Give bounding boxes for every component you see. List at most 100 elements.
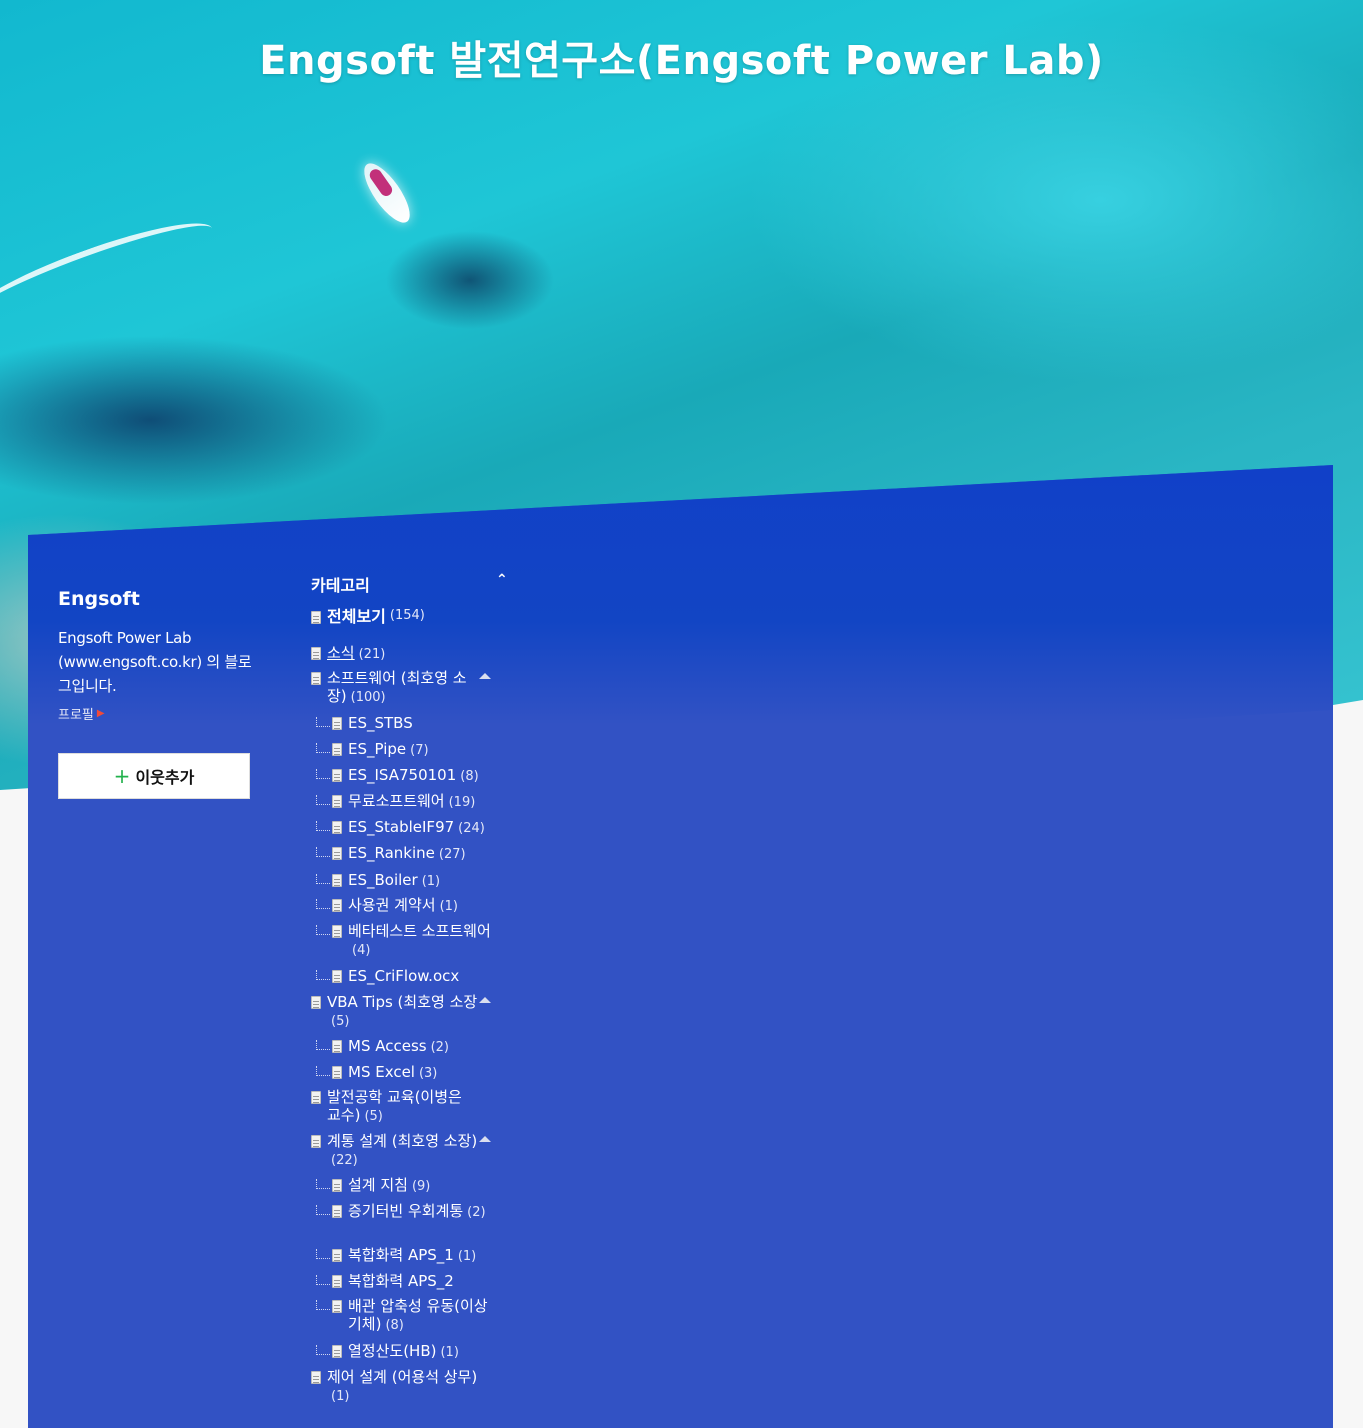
category-label: ES_Rankine — [348, 844, 435, 862]
category-count: (3) — [418, 1066, 438, 1081]
subcategory-item[interactable]: 복합화력 APS_2 — [311, 1272, 495, 1292]
subcategory-item[interactable]: 열정산도(HB) (1) — [311, 1342, 495, 1362]
arrow-right-icon: ▶ — [96, 708, 105, 719]
category-count: (154) — [389, 608, 425, 623]
category-label: 전체보기 — [327, 607, 386, 626]
category-text: 열정산도(HB) (1) — [348, 1342, 459, 1362]
category-label: 소식 — [327, 644, 355, 662]
subcategory-item[interactable]: 베타테스트 소프트웨어 (4) — [311, 922, 495, 960]
category-item[interactable]: 제어 설계 (어용석 상무) (1) — [311, 1368, 479, 1406]
subcategory-item[interactable]: 무료소프트웨어 (19) — [311, 792, 495, 812]
category-heading: 카테고리 — [311, 576, 370, 595]
category-header: 카테고리 ⌃ — [311, 572, 511, 596]
category-text: ES_Boiler (1) — [348, 871, 440, 891]
category-item[interactable]: 소프트웨어 (최호영 소장) (100) — [311, 669, 491, 707]
document-icon — [311, 1371, 321, 1384]
document-icon — [311, 1135, 321, 1148]
document-icon — [332, 925, 342, 938]
category-item[interactable]: VBA Tips (최호영 소장 (5) — [311, 993, 491, 1031]
category-text: MS Excel (3) — [348, 1063, 437, 1083]
category-label: 설계 지침 — [348, 1176, 408, 1194]
subcategory-item[interactable]: 복합화력 APS_1 (1) — [311, 1246, 495, 1266]
tree-branch-icon — [316, 1040, 330, 1050]
profile-link[interactable]: 프로필 ▶ — [58, 704, 105, 723]
tree-branch-icon — [316, 1066, 330, 1076]
subcategory-item[interactable]: ES_Rankine (27) — [311, 844, 495, 864]
subcategory-item[interactable]: 사용권 계약서 (1) — [311, 896, 495, 916]
category-item[interactable]: 소식 (21) — [311, 644, 479, 664]
collapse-caret-icon[interactable]: ⌃ — [496, 572, 508, 588]
subcategory-item[interactable]: MS Access (2) — [311, 1037, 495, 1057]
category-count: (21) — [358, 647, 386, 662]
category-all[interactable]: 전체보기 (154) — [311, 608, 425, 626]
document-icon — [332, 1179, 342, 1192]
subcategory-item[interactable]: MS Excel (3) — [311, 1063, 495, 1083]
document-icon — [311, 996, 321, 1009]
tree-branch-icon — [316, 1275, 330, 1285]
category-label: ES_CriFlow.ocx — [348, 967, 460, 985]
tree-branch-icon — [316, 821, 330, 831]
tree-branch-icon — [316, 899, 330, 909]
subcategory-item[interactable]: 배관 압축성 유동(이상 기체) (8) — [311, 1297, 495, 1335]
subcategory-item[interactable]: ES_Pipe (7) — [311, 740, 495, 760]
document-icon — [332, 1345, 342, 1358]
subcategory-item[interactable]: ES_StableIF97 (24) — [311, 818, 495, 838]
plus-icon: + — [113, 764, 131, 788]
subcategory-item[interactable]: ES_Boiler (1) — [311, 871, 495, 891]
follow-button[interactable]: + 이웃추가 — [58, 753, 250, 799]
profile-area: Engsoft Engsoft Power Lab (www.engsoft.c… — [58, 588, 258, 723]
document-icon — [332, 769, 342, 782]
tree-branch-icon — [316, 1179, 330, 1189]
subcategory-item[interactable]: ES_ISA750101 (8) — [311, 766, 495, 786]
category-label: MS Access — [348, 1037, 427, 1055]
collapse-triangle-icon[interactable] — [479, 997, 491, 1003]
category-count: (1) — [457, 1249, 477, 1264]
tree-branch-icon — [316, 795, 330, 805]
tree-branch-icon — [316, 847, 330, 857]
document-icon — [332, 1300, 342, 1313]
category-count: (8) — [460, 769, 479, 784]
category-text: 설계 지침 (9) — [348, 1176, 430, 1196]
document-icon — [332, 821, 342, 834]
document-icon — [332, 795, 342, 808]
category-count: (22) — [331, 1153, 358, 1168]
category-text: 소식 (21) — [327, 644, 385, 664]
category-count: (100) — [350, 690, 386, 705]
subcategory-item[interactable]: ES_CriFlow.ocx — [311, 967, 495, 987]
category-count: (2) — [467, 1205, 486, 1220]
category-text: 베타테스트 소프트웨어 (4) — [348, 922, 495, 960]
category-label: 복합화력 APS_2 — [348, 1272, 454, 1290]
tree-branch-icon — [316, 874, 330, 884]
document-icon — [332, 1275, 342, 1288]
document-icon — [311, 672, 321, 685]
category-label: ES_StableIF97 — [348, 818, 455, 836]
category-item[interactable]: 계통 설계 (최호영 소장) (22) — [311, 1132, 491, 1170]
document-icon — [311, 1091, 321, 1104]
category-label: 배관 압축성 유동(이상 기체) — [348, 1297, 488, 1333]
category-text: 복합화력 APS_2 — [348, 1272, 458, 1292]
tree-branch-icon — [316, 1205, 330, 1215]
category-count: (5) — [331, 1014, 350, 1029]
blog-title[interactable]: Engsoft 발전연구소(Engsoft Power Lab) — [0, 28, 1363, 86]
wave-foam — [0, 206, 221, 340]
subcategory-item[interactable]: 증기터빈 우회계통 (2) — [311, 1202, 495, 1222]
category-item[interactable]: 발전공학 교육(이병은 교수) (5) — [311, 1088, 479, 1126]
document-icon — [332, 1040, 342, 1053]
document-icon — [332, 1205, 342, 1218]
category-label: ES_Boiler — [348, 871, 418, 889]
tree-branch-icon — [316, 1345, 330, 1355]
document-icon — [332, 1249, 342, 1262]
collapse-triangle-icon[interactable] — [479, 1136, 491, 1142]
subcategory-item[interactable]: ES_STBS — [311, 714, 495, 734]
profile-link-label: 프로필 — [58, 708, 94, 723]
subcategory-item[interactable]: 설계 지침 (9) — [311, 1176, 495, 1196]
tree-branch-icon — [316, 925, 330, 935]
category-label: 증기터빈 우회계통 — [348, 1202, 464, 1220]
collapse-triangle-icon[interactable] — [479, 673, 491, 679]
category-text: ES_ISA750101 (8) — [348, 766, 479, 786]
category-text: VBA Tips (최호영 소장 (5) — [327, 993, 479, 1031]
category-count: (2) — [430, 1040, 450, 1055]
category-label: 베타테스트 소프트웨어 — [348, 922, 491, 940]
category-count: (9) — [411, 1179, 431, 1194]
category-label: 열정산도(HB) — [348, 1342, 437, 1360]
